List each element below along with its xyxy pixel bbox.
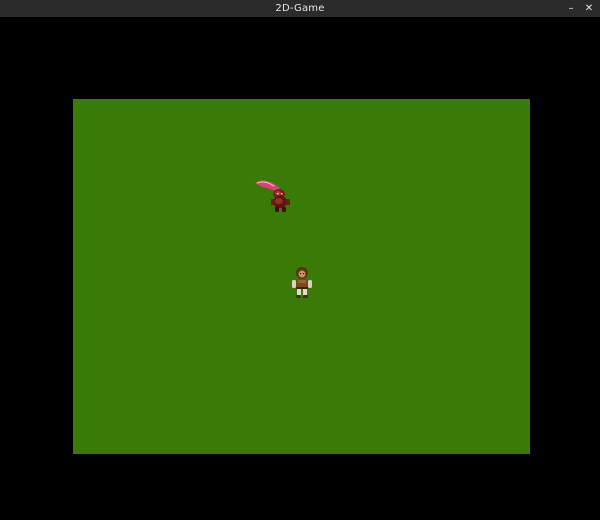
minimize-button[interactable]: –: [562, 0, 580, 17]
game-window: 2D-Game – ✕: [0, 0, 600, 520]
enemy-goblin-sprite: [253, 179, 295, 213]
window-title: 2D-Game: [275, 3, 325, 14]
minimize-icon: –: [568, 3, 574, 14]
game-canvas[interactable]: [0, 17, 600, 520]
close-icon: ✕: [584, 3, 594, 14]
title-bar[interactable]: 2D-Game – ✕: [0, 0, 600, 17]
close-button[interactable]: ✕: [580, 0, 598, 17]
player-character-sprite: [290, 266, 314, 299]
